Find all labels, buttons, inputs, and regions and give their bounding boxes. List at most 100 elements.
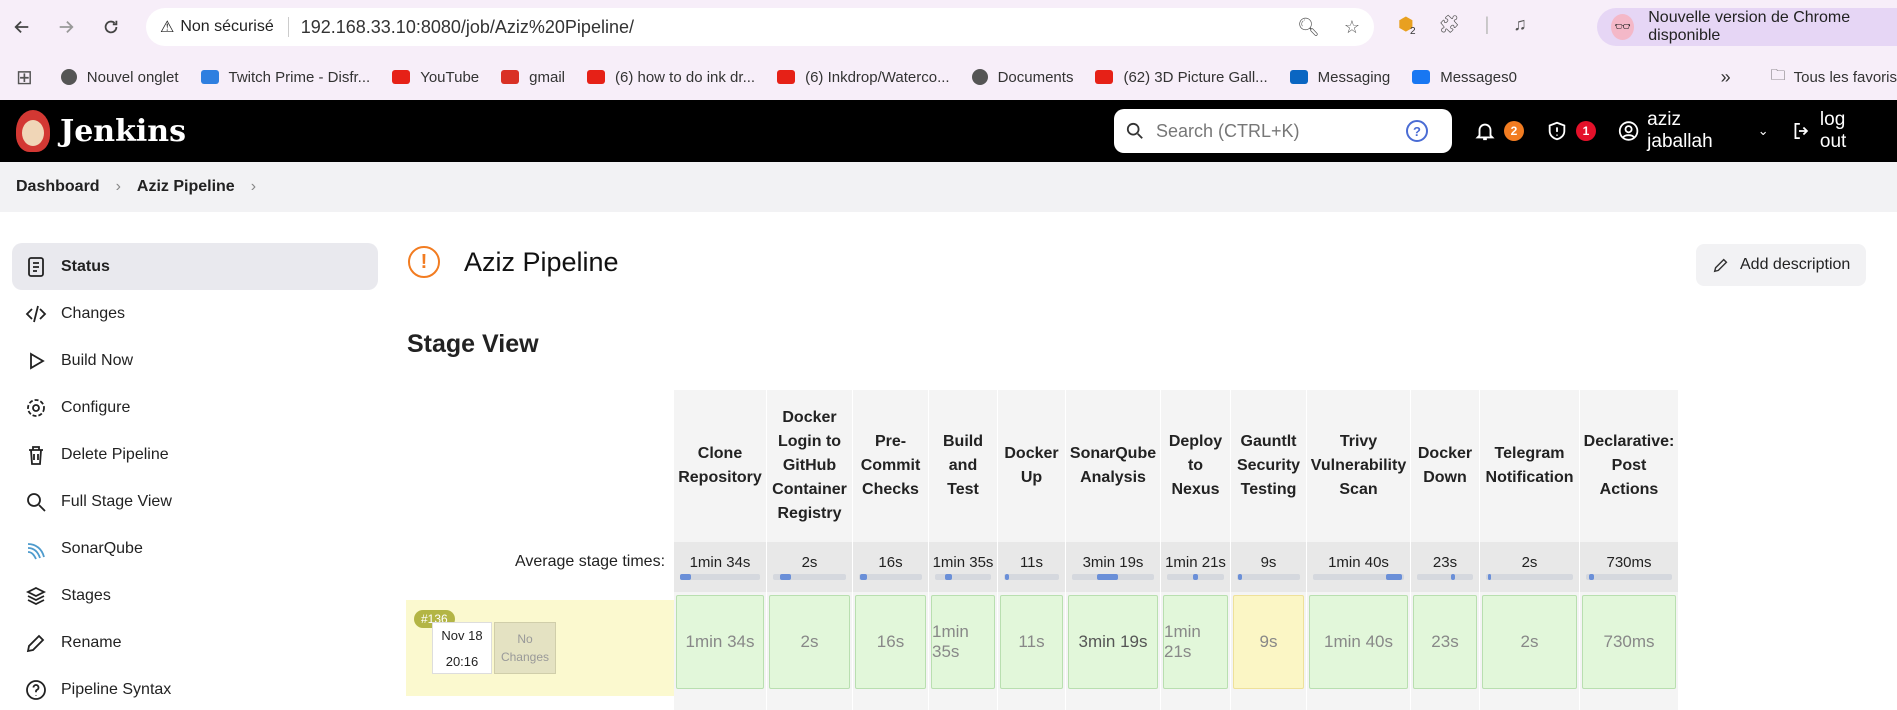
sidebar: Status Changes Build Now Configure Delete Pi… <box>12 243 378 710</box>
stage-average-bar <box>1072 574 1154 580</box>
stage-result-cell[interactable]: 16s <box>855 595 926 689</box>
reload-button[interactable] <box>93 9 129 45</box>
address-bar[interactable]: ⚠ Non sécurisé 192.168.33.10:8080/job/Az… <box>146 8 1374 46</box>
chevron-down-icon: ⌄ <box>1757 123 1769 138</box>
logout-link[interactable]: log out <box>1791 109 1875 153</box>
sidebar-item-label: Rename <box>61 633 122 651</box>
stage-column: Declarative: Post Actions 730ms 730ms <box>1580 390 1679 710</box>
stage-header: Docker Down <box>1417 445 1473 486</box>
sidebar-item-label: Changes <box>61 304 126 322</box>
logout-icon <box>1794 123 1808 139</box>
bookmark-item[interactable]: Messages0 <box>1412 69 1517 86</box>
build-run-row[interactable]: #136 Nov 18 20:16 No Changes <box>406 600 674 696</box>
stage-result-cell[interactable]: 2s <box>769 595 850 689</box>
bell-icon <box>1475 123 1495 141</box>
bookmark-label: (6) Inkdrop/Waterco... <box>805 68 950 86</box>
extensions-puzzle-icon[interactable]: 🧩︎ <box>1438 14 1461 35</box>
bookmark-label: Twitch Prime - Disfr... <box>228 68 371 86</box>
all-bookmarks[interactable]: Tous les favoris <box>1794 69 1897 86</box>
security-chip[interactable]: ⚠ Non sécurisé <box>160 17 289 37</box>
bookmark-item[interactable]: (6) how to do ink dr... <box>587 69 755 86</box>
warning-triangle-icon: ⚠ <box>160 19 175 36</box>
bookmark-item[interactable]: (6) Inkdrop/Waterco... <box>777 69 950 86</box>
stage-view-table: Clone Repository 1min 34s 1min 34s Docker L… <box>674 390 1679 710</box>
stage-result-cell[interactable]: 11s <box>1000 595 1063 689</box>
layers-icon <box>25 586 47 605</box>
sidebar-item-rename[interactable]: Rename <box>12 619 378 666</box>
forward-button[interactable] <box>48 9 84 45</box>
apps-grid-icon[interactable]: ⊞ <box>16 65 33 90</box>
sidebar-item-pipeline-syntax[interactable]: Pipeline Syntax <box>12 666 378 710</box>
forward-arrow-icon <box>59 20 74 34</box>
search-icon <box>27 492 46 512</box>
bookmark-item[interactable]: YouTube <box>392 69 479 86</box>
bookmark-item[interactable]: Twitch Prime - Disfr... <box>200 68 371 86</box>
back-button[interactable] <box>4 9 40 45</box>
sidebar-item-changes[interactable]: Changes <box>12 290 378 337</box>
bookmark-item[interactable]: (62) 3D Picture Gall... <box>1095 69 1268 86</box>
stage-result-cell[interactable]: 1min 35s <box>931 595 995 689</box>
stage-column: Docker Down 23s 23s <box>1411 390 1480 710</box>
search-help-icon[interactable]: ? <box>1406 120 1428 142</box>
stage-average-bar <box>1167 574 1224 580</box>
search-box[interactable]: ? <box>1114 109 1452 153</box>
user-menu[interactable]: aziz jaballah ⌄ <box>1618 109 1769 153</box>
sidebar-item-sonarqube[interactable]: SonarQube <box>12 525 378 572</box>
chrome-update-button[interactable]: 👓︎ Nouvelle version de Chrome disponible <box>1597 8 1897 46</box>
bookmark-star-icon[interactable]: ☆ <box>1344 17 1360 38</box>
notifications-button[interactable]: 2 <box>1474 120 1524 142</box>
stage-average-bar <box>773 574 846 580</box>
stage-result-cell[interactable]: 1min 40s <box>1309 595 1408 689</box>
browser-toolbar: ⚠ Non sécurisé 192.168.33.10:8080/job/Az… <box>0 0 1897 54</box>
stage-average-bar-fill <box>1450 574 1456 580</box>
stage-result-cell[interactable]: 23s <box>1413 595 1477 689</box>
bookmark-item[interactable]: Nouvel onglet <box>60 69 179 86</box>
bookmark-label: Documents <box>997 68 1074 86</box>
sidebar-item-configure[interactable]: Configure <box>12 384 378 431</box>
media-control-icon[interactable]: ♫ <box>1513 14 1527 35</box>
stage-average-label: 730ms <box>1606 554 1652 571</box>
stage-average-bar <box>1237 574 1300 580</box>
stage-average-bar-fill <box>1385 574 1403 580</box>
extension-badge-icon[interactable]: ⬢ 2 <box>1398 14 1416 37</box>
jenkins-header: Jenkins ? 2 1 aziz jaballah ⌄ log out <box>0 100 1897 162</box>
sidebar-item-status[interactable]: Status <box>12 243 378 290</box>
breadcrumb-job[interactable]: Aziz Pipeline <box>137 178 235 196</box>
chevron-right-icon[interactable]: › <box>251 178 256 196</box>
stage-result-cell[interactable]: 2s <box>1482 595 1577 689</box>
crown-icon <box>200 70 219 84</box>
bookmark-item[interactable]: Messaging <box>1289 69 1390 86</box>
sidebar-item-delete-pipeline[interactable]: Delete Pipeline <box>12 431 378 478</box>
sidebar-item-full-stage-view[interactable]: Full Stage View <box>12 478 378 525</box>
bookmark-item[interactable]: gmail <box>501 69 565 86</box>
profile-avatar[interactable]: 👓︎ <box>1611 14 1635 40</box>
more-bookmarks-chevron-icon[interactable]: » <box>1721 67 1731 88</box>
stage-result-cell[interactable]: 9s <box>1233 595 1304 689</box>
jenkins-logo[interactable]: Jenkins <box>16 110 186 152</box>
sidebar-item-label: Stages <box>61 586 111 604</box>
stage-average-label: 23s <box>1432 554 1458 571</box>
stage-column: Trivy Vulnerability Scan 1min 40s 1min 40s <box>1307 390 1411 710</box>
sidebar-item-stages[interactable]: Stages <box>12 572 378 619</box>
sidebar-item-build-now[interactable]: Build Now <box>12 337 378 384</box>
stage-average-time: 16s <box>853 542 928 592</box>
breadcrumb-dashboard[interactable]: Dashboard <box>16 178 100 196</box>
search-input[interactable] <box>1156 120 1406 142</box>
stage-average-label: 1min 40s <box>1328 554 1389 571</box>
stage-header: Telegram Notification <box>1485 445 1574 486</box>
stage-average-time: 3min 19s <box>1066 542 1160 592</box>
stage-result-cell[interactable]: 1min 21s <box>1163 595 1228 689</box>
code-icon <box>25 305 47 322</box>
security-button[interactable]: 1 <box>1546 120 1596 142</box>
stage-result-cell[interactable]: 3min 19s <box>1068 595 1158 689</box>
stage-average-time: 1min 21s <box>1161 542 1230 592</box>
stage-average-bar <box>1586 574 1672 580</box>
stage-result-cell[interactable]: 730ms <box>1582 595 1676 689</box>
url-text[interactable]: 192.168.33.10:8080/job/Aziz%20Pipeline/ <box>301 17 634 38</box>
add-description-button[interactable]: Add description <box>1696 244 1866 286</box>
back-arrow-icon <box>14 20 29 34</box>
bookmark-item[interactable]: Documents <box>971 68 1074 86</box>
stage-result-cell[interactable]: 1min 34s <box>676 595 764 689</box>
stage-header: Trivy Vulnerability Scan <box>1310 433 1407 498</box>
zoom-icon[interactable]: 🔍︎ <box>1297 17 1320 38</box>
